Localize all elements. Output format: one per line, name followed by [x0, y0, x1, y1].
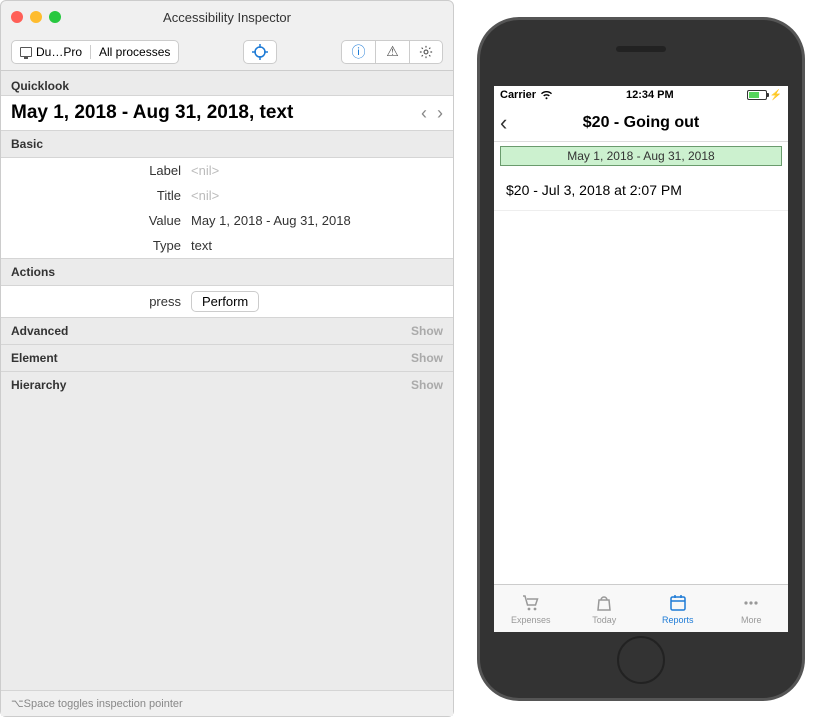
- wifi-icon: [540, 90, 553, 100]
- prop-value: ValueMay 1, 2018 - Aug 31, 2018: [1, 208, 453, 233]
- phone-screen: Carrier 12:34 PM ⚡ ‹ $20 - Going out May…: [494, 86, 788, 632]
- section-hierarchy[interactable]: HierarchyShow: [1, 372, 453, 398]
- section-element[interactable]: ElementShow: [1, 345, 453, 372]
- footer-hint: ⌥Space toggles inspection pointer: [1, 690, 453, 716]
- expense-row[interactable]: $20 - Jul 3, 2018 at 2:07 PM: [494, 170, 788, 211]
- crumb-all-processes[interactable]: All processes: [90, 45, 178, 59]
- nav-bar: ‹ $20 - Going out: [494, 104, 788, 142]
- tab-bar: Expenses Today Reports More: [494, 584, 788, 632]
- toolbar: Du…Pro All processes ⓘ ⚠: [1, 33, 453, 71]
- status-bar: Carrier 12:34 PM ⚡: [494, 86, 788, 104]
- carrier-label: Carrier: [500, 89, 536, 101]
- monitor-icon: [20, 47, 32, 57]
- section-advanced[interactable]: AdvancedShow: [1, 318, 453, 345]
- crosshair-icon: [252, 44, 268, 60]
- section-basic: Basic: [1, 131, 453, 158]
- quicklook-next-button[interactable]: ›: [437, 103, 443, 124]
- show-advanced-button[interactable]: Show: [411, 324, 443, 338]
- actions-props: press Perform: [1, 286, 453, 318]
- more-icon: [741, 592, 761, 614]
- cart-icon: [521, 592, 541, 614]
- calendar-icon: [668, 592, 688, 614]
- window-title: Accessibility Inspector: [1, 10, 453, 25]
- perform-button[interactable]: Perform: [191, 291, 259, 312]
- show-hierarchy-button[interactable]: Show: [411, 378, 443, 392]
- toolbar-group: ⓘ ⚠: [341, 40, 443, 64]
- inspector-body: Quicklook May 1, 2018 - Aug 31, 2018, te…: [1, 71, 453, 690]
- quicklook-value: May 1, 2018 - Aug 31, 2018, text: [11, 102, 421, 124]
- target-breadcrumb[interactable]: Du…Pro All processes: [11, 40, 179, 64]
- tab-reports[interactable]: Reports: [641, 585, 715, 632]
- back-button[interactable]: ‹: [500, 110, 507, 136]
- info-button[interactable]: ⓘ: [341, 40, 375, 64]
- gear-icon: [419, 45, 433, 59]
- inspector-window: Accessibility Inspector Du…Pro All proce…: [0, 0, 454, 717]
- bag-icon: [594, 592, 614, 614]
- charging-icon: ⚡: [770, 90, 782, 101]
- quicklook-prev-button[interactable]: ‹: [421, 103, 427, 124]
- quicklook-row: May 1, 2018 - Aug 31, 2018, text ‹ ›: [1, 95, 453, 131]
- basic-props: Label<nil> Title<nil> ValueMay 1, 2018 -…: [1, 158, 453, 259]
- target-picker-button[interactable]: [243, 40, 277, 64]
- tab-more[interactable]: More: [715, 585, 789, 632]
- status-time: 12:34 PM: [626, 89, 674, 101]
- titlebar: Accessibility Inspector: [1, 1, 453, 33]
- prop-label: Label<nil>: [1, 158, 453, 183]
- crumb-process[interactable]: Du…Pro: [12, 45, 90, 59]
- show-element-button[interactable]: Show: [411, 351, 443, 365]
- battery-icon: [747, 90, 767, 100]
- settings-button[interactable]: [409, 40, 443, 64]
- prop-type: Typetext: [1, 233, 453, 258]
- phone-device: Carrier 12:34 PM ⚡ ‹ $20 - Going out May…: [477, 17, 805, 701]
- prop-title: Title<nil>: [1, 183, 453, 208]
- warning-button[interactable]: ⚠: [375, 40, 409, 64]
- section-actions: Actions: [1, 259, 453, 286]
- tab-today[interactable]: Today: [568, 585, 642, 632]
- nav-title: $20 - Going out: [494, 114, 788, 132]
- tab-expenses[interactable]: Expenses: [494, 585, 568, 632]
- action-press: press Perform: [1, 286, 453, 317]
- quicklook-label: Quicklook: [1, 71, 453, 95]
- date-banner[interactable]: May 1, 2018 - Aug 31, 2018: [500, 146, 782, 166]
